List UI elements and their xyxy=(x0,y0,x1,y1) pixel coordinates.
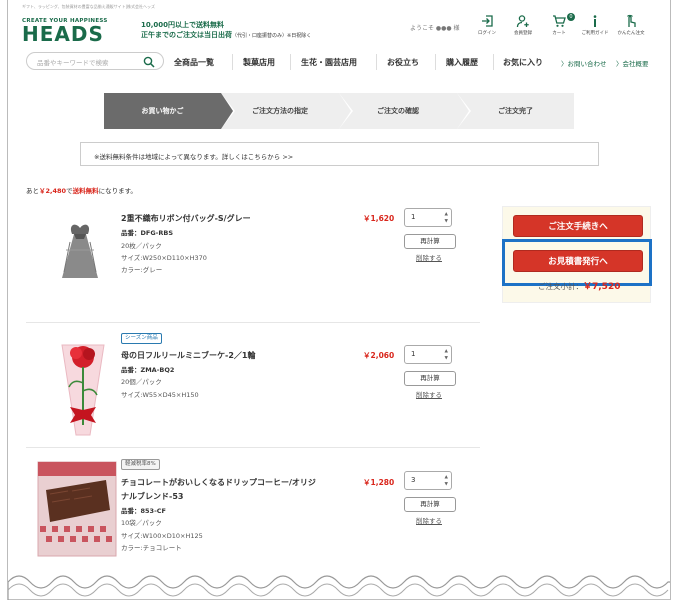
nav-purchase-history[interactable]: 購入履歴 xyxy=(446,57,478,68)
product-image-coffee[interactable] xyxy=(36,460,118,558)
step-complete-label: ご注文完了 xyxy=(498,107,533,115)
checkout-steps: お買い物かご ご注文方法の指定 ご注文の確認 ご注文完了 xyxy=(104,93,574,129)
register-link[interactable]: 会員登録 xyxy=(505,14,541,36)
delete-link[interactable]: 削除する xyxy=(416,252,442,262)
spinner-arrows-icon[interactable]: ▲ ▼ xyxy=(445,211,448,225)
product-price: ￥2,060 xyxy=(363,351,395,360)
cart-icon xyxy=(553,15,566,27)
torn-edge xyxy=(8,575,670,600)
free-shipping-remaining: あと￥2,480で送料無料になります。 xyxy=(26,187,137,195)
product-size: サイズ:W100×D10×H125 xyxy=(121,532,203,540)
recalculate-button[interactable]: 再計算 xyxy=(404,497,456,512)
nav-all-products[interactable]: 全商品一覧 xyxy=(174,57,214,68)
nav-divider xyxy=(232,54,233,70)
item-divider xyxy=(26,322,480,323)
cart-label: カート xyxy=(552,31,566,36)
site-tagline: ギフト、ラッピング、包装資材の豊富な品揃え通販サイト|株式会社ヘッズ xyxy=(22,4,155,9)
product-name-cont[interactable]: ナルブレンド-53 xyxy=(121,491,183,502)
nav-confectionery[interactable]: 製菓店用 xyxy=(243,57,275,68)
greeting: ようこそ ●●● 様 xyxy=(410,25,460,32)
checkout-button[interactable]: ご注文手続きへ xyxy=(513,215,643,237)
quantity-stepper[interactable]: 3 ▲ ▼ xyxy=(404,471,452,490)
product-pack: 20個／パック xyxy=(121,378,162,386)
shipping-note: （代引・口座振替のみ）※日祝除く xyxy=(232,33,312,39)
quantity-value: 3 xyxy=(411,476,416,484)
item-divider xyxy=(26,447,480,448)
guide-icon xyxy=(593,15,597,27)
login-icon xyxy=(482,15,493,27)
product-color: カラー:チョコレート xyxy=(121,544,182,552)
cart-count-badge: 0 xyxy=(567,13,575,21)
register-label: 会員登録 xyxy=(514,31,532,36)
product-code: 品番：DFG-RBS xyxy=(121,229,174,237)
step-confirm: ご注文の確認 xyxy=(339,93,471,129)
subtotal-value: ￥7,520 xyxy=(583,282,621,292)
product-pack: 10袋／パック xyxy=(121,519,162,527)
nav-useful[interactable]: お役立ち xyxy=(387,57,419,68)
login-label: ログイン xyxy=(478,31,496,36)
nav-florist[interactable]: 生花・園芸店用 xyxy=(301,57,357,68)
nav-divider xyxy=(493,54,494,70)
easy-order-icon xyxy=(627,14,636,27)
subtotal-label: ご注文小計： xyxy=(538,282,583,291)
quantity-value: 1 xyxy=(411,213,416,221)
search-input[interactable]: 品番やキーワードで検索 xyxy=(26,52,164,70)
product-size: サイズ:W55×D45×H150 xyxy=(121,391,199,399)
quantity-stepper[interactable]: 1 ▲ ▼ xyxy=(404,345,452,364)
nav-favorites[interactable]: お気に入り xyxy=(503,57,543,68)
product-name[interactable]: 母の日フルリールミニブーケ-2／1輪 xyxy=(121,350,255,361)
quantity-value: 1 xyxy=(411,350,416,358)
shipping-notice-link[interactable]: ※送料無料条件は地域によって異なります。詳しくはこちらから >> xyxy=(80,142,599,166)
nav-contact[interactable]: 〉お問い合わせ xyxy=(561,58,607,68)
order-subtotal: ご注文小計：￥7,520 xyxy=(538,279,620,292)
product-image-bouquet[interactable] xyxy=(54,333,112,441)
remaining-amount: ￥2,480 xyxy=(39,187,67,195)
nav-divider xyxy=(376,54,377,70)
step-cart: お買い物かご xyxy=(104,93,235,129)
quantity-stepper[interactable]: 1 ▲ ▼ xyxy=(404,208,452,227)
product-price: ￥1,620 xyxy=(363,214,395,223)
shipping-free-line: 10,000円以上で送料無料 xyxy=(141,21,225,29)
product-name[interactable]: チョコレートがおいしくなるドリップコーヒー/オリジ xyxy=(121,477,316,488)
product-size: サイズ:W250×D110×H370 xyxy=(121,254,207,262)
logo[interactable]: HEADS xyxy=(22,22,104,46)
login-link[interactable]: ログイン xyxy=(469,14,505,36)
product-pack: 20枚／パック xyxy=(121,242,162,250)
delete-link[interactable]: 削除する xyxy=(416,515,442,525)
season-tag: シーズン商品 xyxy=(121,333,162,344)
delete-link[interactable]: 削除する xyxy=(416,389,442,399)
easy-order-link[interactable]: かんたん注文 xyxy=(613,14,649,36)
product-image-gift-bag[interactable] xyxy=(52,220,108,284)
shipping-notice-text: ※送料無料条件は地域によって異なります。詳しくはこちらから >> xyxy=(94,153,294,161)
spinner-arrows-icon[interactable]: ▲ ▼ xyxy=(445,348,448,362)
step-order-method-label: ご注文方法の指定 xyxy=(252,107,308,115)
search-icon[interactable] xyxy=(143,56,155,68)
spinner-arrows-icon[interactable]: ▲ ▼ xyxy=(445,474,448,488)
recalculate-button[interactable]: 再計算 xyxy=(404,234,456,249)
search-placeholder: 品番やキーワードで検索 xyxy=(37,59,109,67)
guide-label: ご利用ガイド xyxy=(581,31,609,36)
page-frame: ギフト、ラッピング、包装資材の豊富な品揃え通販サイト|株式会社ヘッズ CREAT… xyxy=(7,0,671,600)
step-cart-label: お買い物かご xyxy=(141,107,184,115)
guide-link[interactable]: ご利用ガイド xyxy=(577,14,613,36)
step-complete: ご注文完了 xyxy=(457,93,574,129)
recalculate-button[interactable]: 再計算 xyxy=(404,371,456,386)
easy-order-label: かんたん注文 xyxy=(617,31,645,36)
register-icon xyxy=(516,15,529,28)
free-shipping-label: 送料無料 xyxy=(72,187,99,195)
step-order-method: ご注文方法の指定 xyxy=(221,93,353,129)
reduced-tax-tag: 軽減税率8% xyxy=(121,459,160,470)
nav-divider xyxy=(290,54,291,70)
product-name[interactable]: 2重不織布リボン付バッグ-S/グレー xyxy=(121,213,251,224)
nav-company[interactable]: 〉会社概要 xyxy=(616,58,649,68)
step-confirm-label: ご注文の確認 xyxy=(377,107,419,115)
product-color: カラー:グレー xyxy=(121,266,163,274)
nav-divider xyxy=(435,54,436,70)
shipping-same-day-line: 正午までのご注文は当日出荷（代引・口座振替のみ）※日祝除く xyxy=(141,31,312,39)
product-code: 品番：ZMA-BQ2 xyxy=(121,366,175,374)
product-code: 品番：853-CF xyxy=(121,507,166,515)
product-price: ￥1,280 xyxy=(363,478,395,487)
